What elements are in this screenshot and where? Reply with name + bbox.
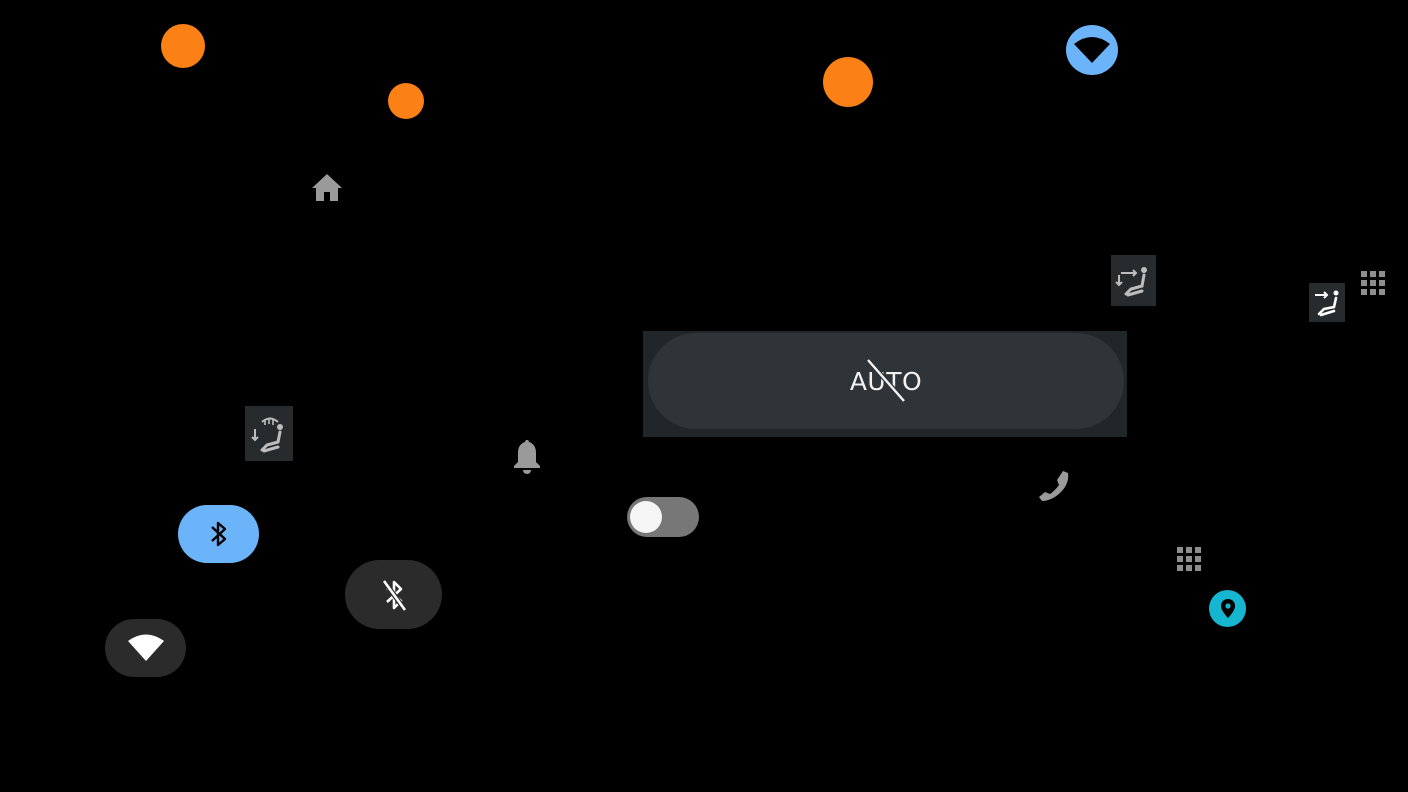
- bluetooth-icon: [210, 521, 226, 547]
- seat-defrost-icon: [251, 417, 283, 452]
- app-launcher-button-2[interactable]: [388, 83, 424, 119]
- app-grid-icon: [397, 98, 415, 104]
- app-grid-small-icon: [1177, 547, 1203, 571]
- wifi-status-button[interactable]: [1066, 25, 1118, 75]
- notifications-button[interactable]: [506, 437, 548, 477]
- hvac-auto-button[interactable]: AUTO: [648, 333, 1124, 429]
- app-launcher-button-1[interactable]: [161, 24, 205, 68]
- seat-airflow-icon: [1114, 266, 1147, 296]
- home-button[interactable]: [309, 171, 345, 205]
- home-icon: [312, 174, 342, 201]
- wifi-toggle[interactable]: [105, 619, 186, 677]
- phone-button[interactable]: [1032, 465, 1076, 507]
- seat-defrost-button[interactable]: [245, 406, 293, 461]
- hvac-auto-panel: AUTO: [643, 331, 1127, 437]
- phone-icon: [1039, 471, 1069, 501]
- map-pin-icon: [1220, 598, 1235, 618]
- toggle-knob: [630, 501, 662, 533]
- wifi-icon: [127, 634, 164, 661]
- app-grid-icon: [172, 43, 194, 49]
- seat-airflow-icon: [1315, 290, 1339, 316]
- seat-airflow-button-small[interactable]: [1309, 283, 1345, 322]
- app-grid-small-button-2[interactable]: [1177, 547, 1203, 573]
- bluetooth-toggle-off[interactable]: [345, 560, 442, 629]
- auto-off-slash-icon: [866, 358, 906, 403]
- app-grid-small-button[interactable]: [1361, 271, 1387, 297]
- app-launcher-button-3[interactable]: [823, 57, 873, 107]
- toggle-switch[interactable]: [627, 497, 699, 537]
- bluetooth-disabled-icon: [381, 579, 407, 611]
- bluetooth-toggle-on[interactable]: [178, 505, 259, 563]
- bell-icon: [514, 440, 540, 474]
- app-grid-small-icon: [1361, 271, 1387, 295]
- wifi-icon: [1074, 37, 1110, 63]
- seat-airflow-button[interactable]: [1111, 255, 1156, 306]
- app-grid-icon: [835, 79, 861, 85]
- map-button[interactable]: [1209, 590, 1246, 627]
